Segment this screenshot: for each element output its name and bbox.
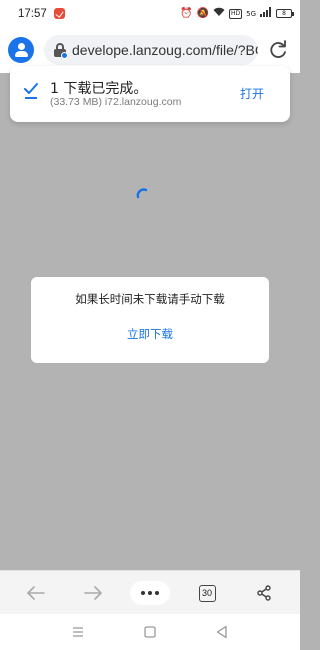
arrow-right-icon	[84, 586, 102, 600]
download-dialog: 如果长时间未下载请手动下载 立即下载	[31, 277, 269, 363]
avatar-head-shape	[18, 43, 25, 50]
wifi-icon	[213, 7, 225, 20]
bell-mute-icon: 🔕	[196, 7, 209, 19]
open-download-button[interactable]: 打开	[240, 85, 264, 102]
reload-icon[interactable]	[266, 38, 290, 62]
clock: 17:57	[18, 7, 47, 20]
profile-avatar[interactable]	[8, 37, 34, 63]
tab-count: 30	[198, 584, 216, 602]
forward-button[interactable]	[79, 579, 107, 607]
url-field[interactable]: develope.lanzoug.com/file/?BC	[44, 35, 258, 65]
download-subtitle: (33.73 MB) i72.lanzoug.com	[50, 96, 182, 108]
battery-level: 8	[282, 10, 286, 17]
browser-toolbar: 30	[0, 570, 300, 614]
recent-apps-icon[interactable]	[70, 624, 86, 640]
avatar-body-shape	[15, 51, 28, 57]
arrow-left-icon	[27, 586, 45, 600]
url-text[interactable]: develope.lanzoug.com/file/?BC	[72, 42, 258, 58]
status-bar: 17:57 ⏰ 🔕 HD 5G 8	[0, 0, 300, 27]
menu-button[interactable]	[130, 581, 170, 605]
site-info-lock-icon[interactable]	[54, 43, 68, 59]
menu-dot	[148, 591, 152, 595]
back-button[interactable]	[22, 579, 50, 607]
share-icon	[257, 585, 271, 601]
hd-badge: HD	[228, 8, 243, 19]
app-notification-icon	[53, 8, 65, 19]
battery-icon: 8	[276, 9, 294, 18]
download-done-icon	[24, 83, 38, 99]
menu-dot	[141, 591, 145, 595]
network-type-label: 5G	[246, 9, 256, 18]
download-title: 1 下载已完成。	[50, 81, 148, 97]
alarm-icon: ⏰	[180, 7, 193, 19]
signal-icon	[260, 7, 272, 20]
system-navigation-bar	[0, 614, 300, 650]
dialog-message: 如果长时间未下载请手动下载	[75, 292, 225, 306]
loading-spinner-icon	[136, 188, 148, 199]
download-now-link[interactable]: 立即下载	[31, 326, 269, 342]
status-icons: ⏰ 🔕 HD 5G 8	[180, 7, 294, 20]
back-triangle-icon[interactable]	[214, 624, 230, 640]
home-icon[interactable]	[142, 624, 158, 640]
tabs-button[interactable]: 30	[193, 579, 221, 607]
download-complete-notice: 1 下载已完成。 (33.73 MB) i72.lanzoug.com 打开	[10, 66, 290, 122]
share-button[interactable]	[250, 579, 278, 607]
menu-dot	[155, 591, 159, 595]
